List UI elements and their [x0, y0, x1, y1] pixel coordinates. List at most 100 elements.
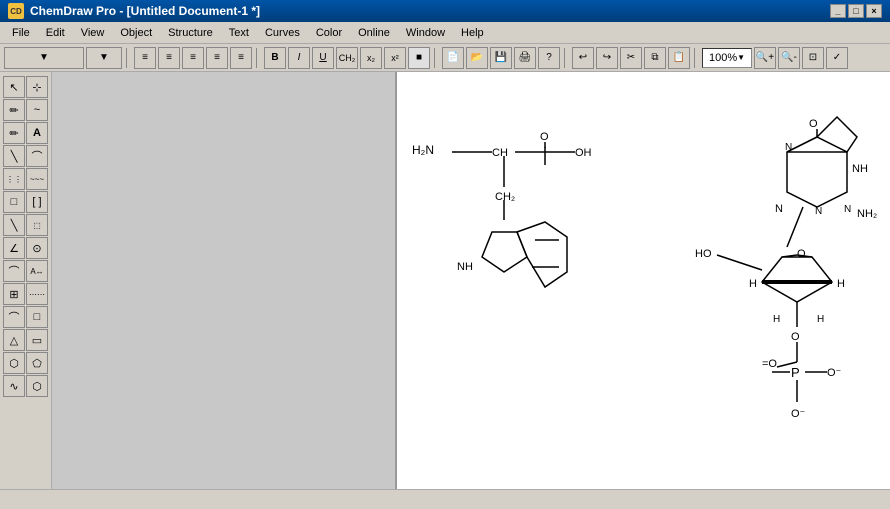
bold-button[interactable]: B	[264, 47, 286, 69]
circle-tool[interactable]: ⊙	[26, 237, 48, 259]
square-tool[interactable]: □	[26, 306, 48, 328]
align-center-button[interactable]: ≡	[158, 47, 180, 69]
svg-text:O: O	[809, 118, 818, 130]
zoom-in-button[interactable]: 🔍+	[754, 47, 776, 69]
svg-text:NH₂: NH₂	[857, 208, 877, 220]
close-button[interactable]: ×	[866, 4, 882, 18]
separator4	[564, 48, 568, 68]
bond-tool[interactable]: ~	[26, 99, 48, 121]
tool-row-9: ⌒ A↔	[3, 260, 48, 282]
cut-button[interactable]: ✂	[620, 47, 642, 69]
paste-button[interactable]: 📋	[668, 47, 690, 69]
print-button[interactable]: 🖨	[514, 47, 536, 69]
font-family-dropdown[interactable]: ▼	[4, 47, 84, 69]
cyclo-tool[interactable]: ⬡	[26, 375, 48, 397]
bracket-tool[interactable]: [ ]	[26, 191, 48, 213]
open-button[interactable]: 📂	[466, 47, 488, 69]
align-right-button[interactable]: ≡	[182, 47, 204, 69]
svg-text:=O: =O	[762, 358, 777, 370]
underline-button[interactable]: U	[312, 47, 334, 69]
menu-online[interactable]: Online	[350, 25, 398, 41]
zoom-dropdown-icon[interactable]: ▼	[737, 53, 745, 62]
minimize-button[interactable]: _	[830, 4, 846, 18]
canvas-area[interactable]: H₂N CH O OH CH₂	[52, 72, 890, 489]
subscript-button[interactable]: x₂	[360, 47, 382, 69]
grid-tool[interactable]: ⊞	[3, 283, 25, 305]
line-tool[interactable]: ╲	[3, 145, 25, 167]
svg-text:H₂N: H₂N	[412, 143, 434, 157]
tool-row-7: ╲ ⬚	[3, 214, 48, 236]
dotted-bond-tool[interactable]: ⋮⋮	[3, 168, 25, 190]
svg-text:CH: CH	[492, 147, 508, 159]
tool-row-1: ↖ ⊹	[3, 76, 48, 98]
arc-tool[interactable]: ⌒	[3, 260, 25, 282]
align-extra-button[interactable]: ≡	[230, 47, 252, 69]
zoom-level[interactable]: 100% ▼	[702, 48, 752, 68]
redo-button[interactable]: ↪	[596, 47, 618, 69]
rect2-tool[interactable]: ▭	[26, 329, 48, 351]
zoom-out-button[interactable]: 🔍-	[778, 47, 800, 69]
copy-button[interactable]: ⧉	[644, 47, 666, 69]
menu-help[interactable]: Help	[453, 25, 492, 41]
select-tool[interactable]: ↖	[3, 76, 25, 98]
hexagon-tool[interactable]: ⬡	[3, 352, 25, 374]
menu-window[interactable]: Window	[398, 25, 453, 41]
arrow-tool[interactable]: ╲	[3, 214, 25, 236]
tool-row-8: ∠ ⊙	[3, 237, 48, 259]
pentagon-tool[interactable]: ⬠	[26, 352, 48, 374]
triangle-tool[interactable]: △	[3, 329, 25, 351]
italic-button[interactable]: I	[288, 47, 310, 69]
dashed-rect-tool[interactable]: ⬚	[26, 214, 48, 236]
menu-structure[interactable]: Structure	[160, 25, 221, 41]
pen-tool[interactable]: ✏	[3, 99, 25, 121]
help-button[interactable]: ?	[538, 47, 560, 69]
menu-color[interactable]: Color	[308, 25, 350, 41]
menu-object[interactable]: Object	[112, 25, 160, 41]
chemistry-svg: H₂N CH O OH CH₂	[397, 72, 890, 489]
wave-tool[interactable]: ⌒	[3, 306, 25, 328]
atom-map-tool[interactable]: A↔	[26, 260, 48, 282]
svg-text:OH: OH	[575, 147, 592, 159]
title-bar: CD ChemDraw Pro - [Untitled Document-1 *…	[0, 0, 890, 22]
lasso-tool[interactable]: ⊹	[26, 76, 48, 98]
svg-text:N: N	[775, 203, 783, 215]
menu-edit[interactable]: Edit	[38, 25, 73, 41]
angle-tool[interactable]: ∠	[3, 237, 25, 259]
eraser-tool[interactable]: ✏	[3, 122, 25, 144]
menu-text[interactable]: Text	[221, 25, 257, 41]
save-button[interactable]: 💾	[490, 47, 512, 69]
font-size-dropdown[interactable]: ▼	[86, 47, 122, 69]
sine-tool[interactable]: ∿	[3, 375, 25, 397]
svg-text:H: H	[837, 278, 845, 290]
separator3	[434, 48, 438, 68]
superscript-button[interactable]: x²	[384, 47, 406, 69]
checkmark-button[interactable]: ✓	[826, 47, 848, 69]
subscript-ch2-button[interactable]: CH₂	[336, 47, 358, 69]
color-picker-button[interactable]: ■	[408, 47, 430, 69]
menu-view[interactable]: View	[73, 25, 113, 41]
window-controls[interactable]: _ □ ×	[830, 4, 882, 18]
separator5	[694, 48, 698, 68]
new-button[interactable]: 📄	[442, 47, 464, 69]
rect-tool[interactable]: □	[3, 191, 25, 213]
wavy-bond-tool[interactable]: ~~~	[26, 168, 48, 190]
text-tool[interactable]: A	[26, 122, 48, 144]
molecule-canvas[interactable]: H₂N CH O OH CH₂	[397, 72, 890, 489]
menu-file[interactable]: File	[4, 25, 38, 41]
dotted-tool[interactable]: ⋯⋯	[26, 283, 48, 305]
svg-text:P: P	[791, 365, 800, 380]
app-icon: CD	[8, 3, 24, 19]
align-justify-button[interactable]: ≡	[206, 47, 228, 69]
align-left-button[interactable]: ≡	[134, 47, 156, 69]
svg-text:NH: NH	[457, 261, 473, 273]
tool-row-11: ⌒ □	[3, 306, 48, 328]
maximize-button[interactable]: □	[848, 4, 864, 18]
svg-text:O⁻: O⁻	[827, 367, 842, 379]
drawing-panel	[52, 72, 397, 489]
undo-button[interactable]: ↩	[572, 47, 594, 69]
menu-curves[interactable]: Curves	[257, 25, 308, 41]
zoom-fit-button[interactable]: ⊡	[802, 47, 824, 69]
curve-tool[interactable]: ⌒	[26, 145, 48, 167]
left-toolbar: ↖ ⊹ ✏ ~ ✏ A ╲ ⌒ ⋮⋮ ~~~ □ [ ] ╲ ⬚ ∠ ⊙	[0, 72, 52, 489]
svg-text:NH: NH	[852, 163, 868, 175]
